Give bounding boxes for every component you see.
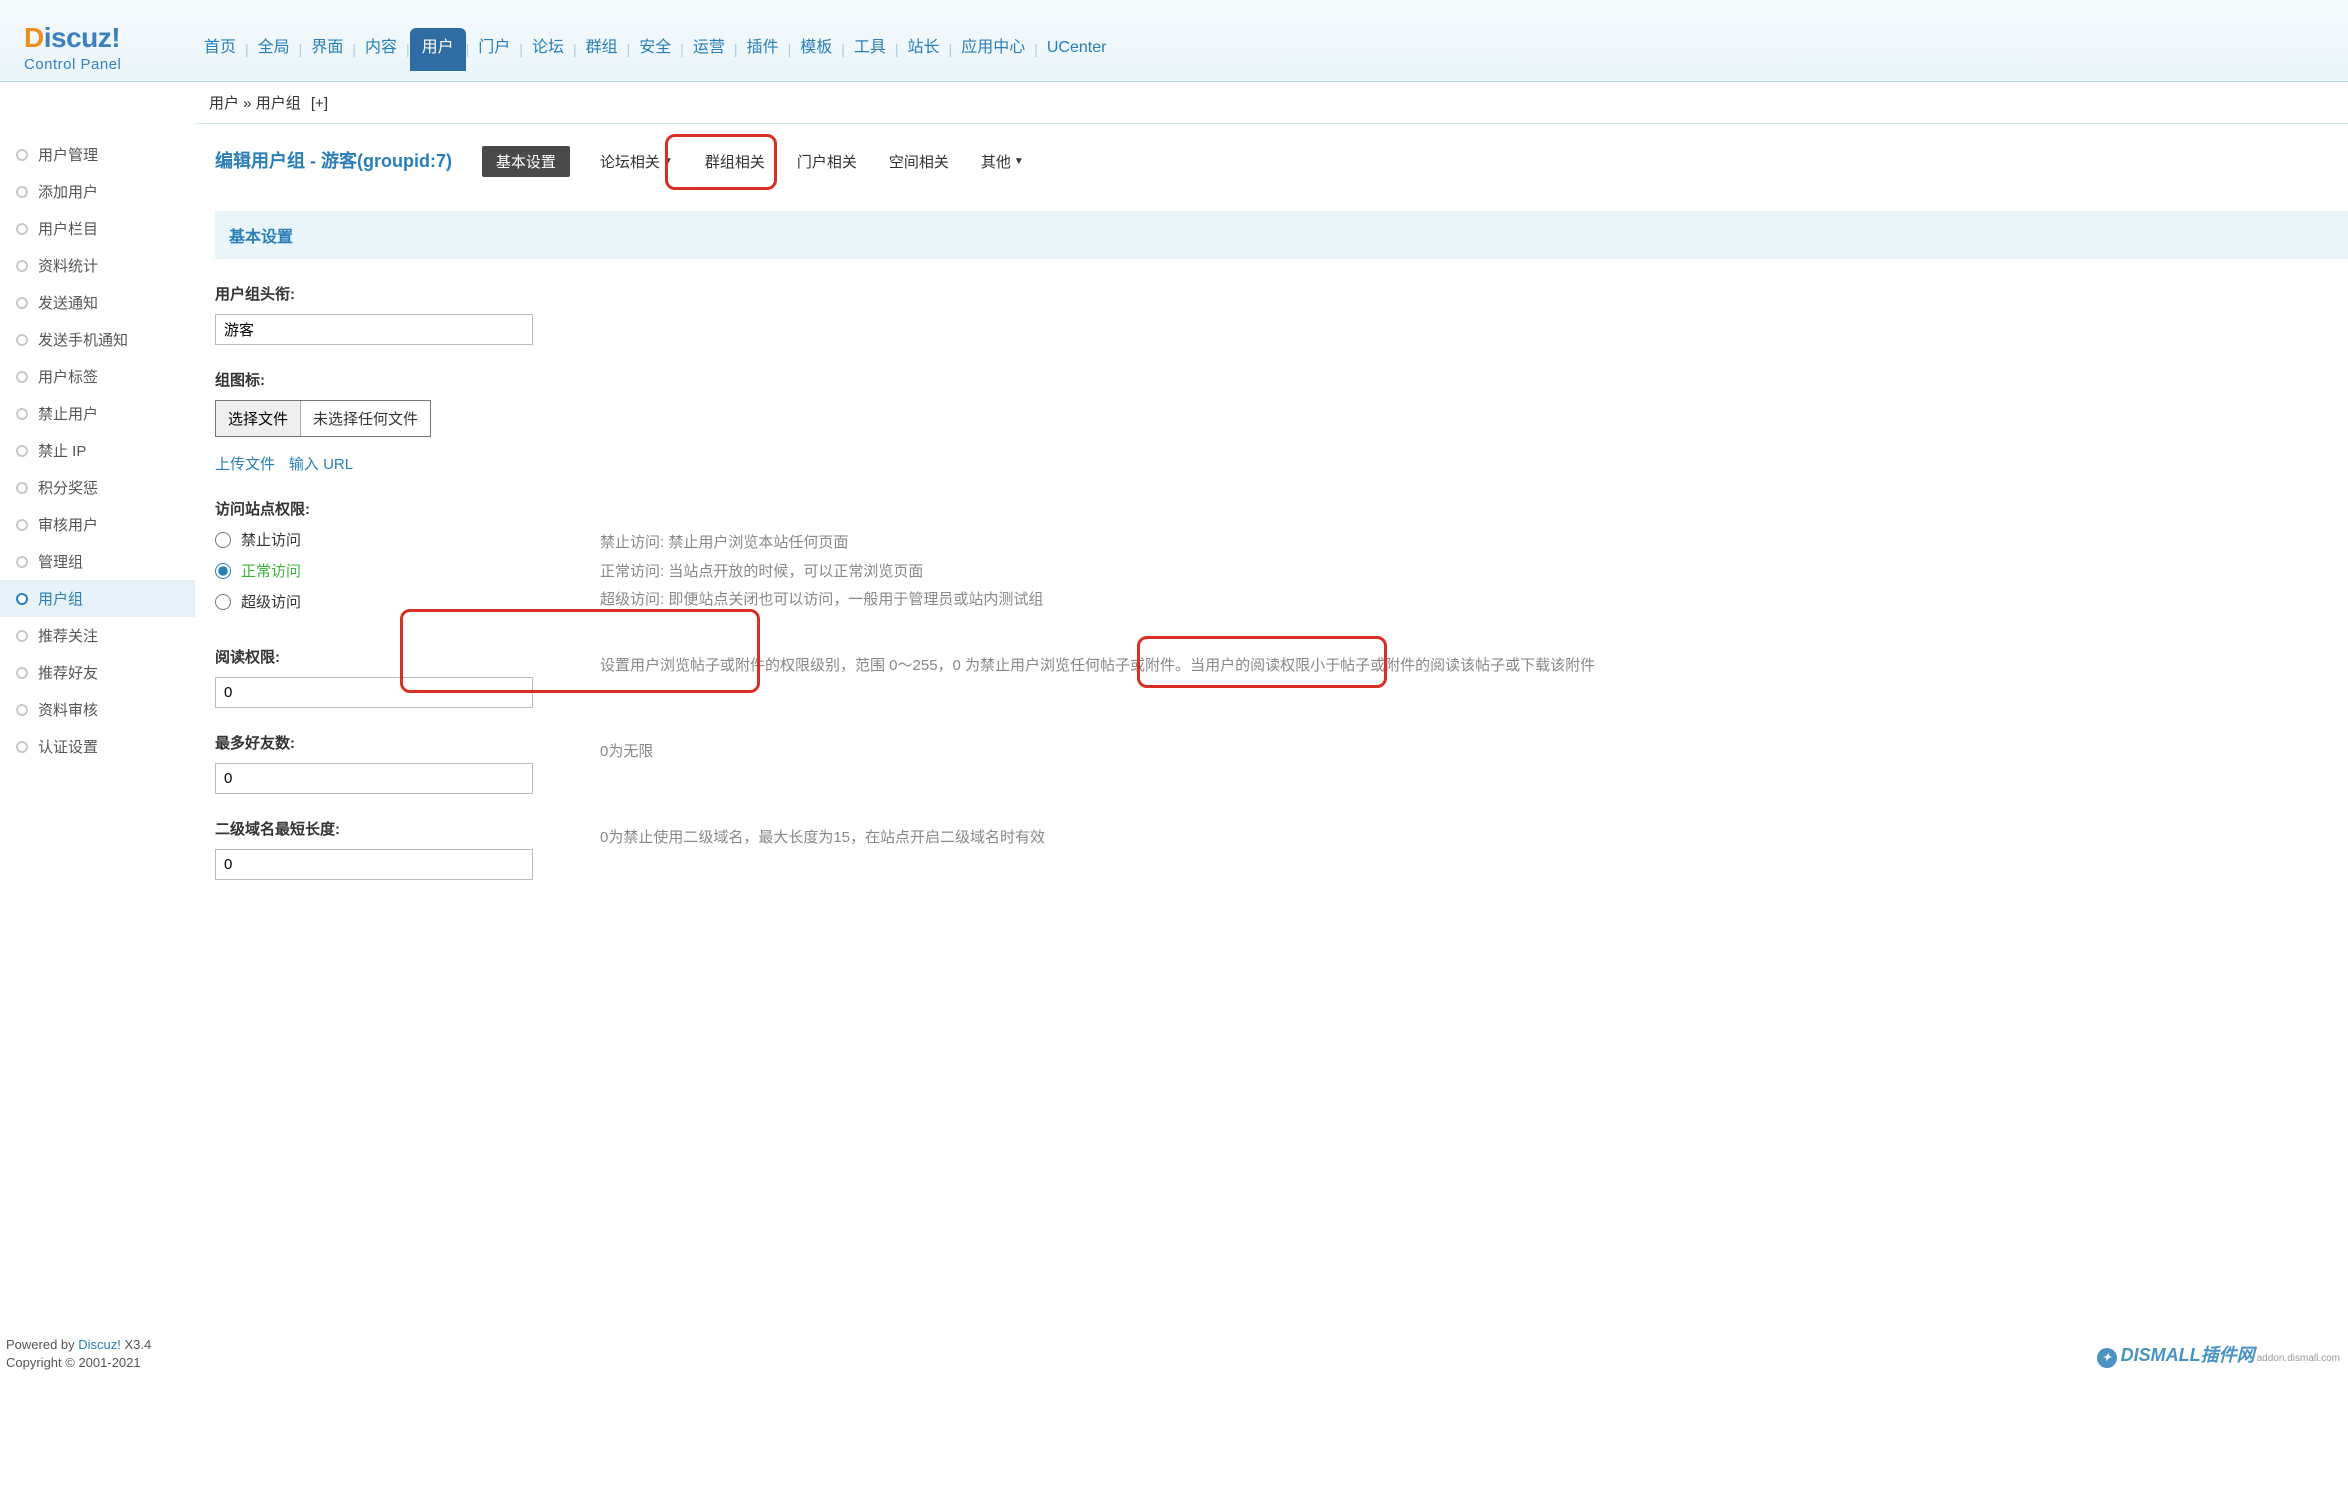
logo: Discuz! Control Panel	[0, 0, 195, 81]
sidebar-item-12[interactable]: 用户组	[0, 580, 195, 617]
sidebar-item-5[interactable]: 发送手机通知	[0, 321, 195, 358]
radio-deny[interactable]: 禁止访问	[215, 529, 600, 550]
friends-desc: 0为无限	[600, 732, 653, 765]
domain-desc: 0为禁止使用二级域名，最大长度为15，在站点开启二级域名时有效	[600, 818, 1045, 851]
sidebar-item-9[interactable]: 积分奖惩	[0, 469, 195, 506]
breadcrumb-user[interactable]: 用户	[209, 95, 239, 112]
highlight-annotation	[665, 134, 777, 190]
choose-file-button[interactable]: 选择文件	[216, 401, 301, 436]
domain-length-input[interactable]	[215, 849, 533, 880]
discuz-link[interactable]: Discuz!	[78, 1337, 121, 1352]
topnav-门户[interactable]: 门户	[469, 28, 519, 71]
topnav-群组[interactable]: 群组	[577, 28, 627, 71]
sidebar-item-3[interactable]: 资料统计	[0, 247, 195, 284]
topnav-UCenter[interactable]: UCenter	[1038, 28, 1116, 71]
topnav-模板[interactable]: 模板	[791, 28, 841, 71]
label-friends: 最多好友数:	[215, 732, 600, 753]
subtab-space[interactable]: 空间相关	[887, 147, 951, 176]
topnav-内容[interactable]: 内容	[356, 28, 406, 71]
topnav-工具[interactable]: 工具	[845, 28, 895, 71]
topnav-插件[interactable]: 插件	[738, 28, 788, 71]
topnav-界面[interactable]: 界面	[302, 28, 352, 71]
section-header: 基本设置	[215, 211, 2348, 259]
label-group-icon: 组图标:	[215, 369, 2348, 390]
label-access: 访问站点权限:	[215, 498, 2348, 519]
subtab-basic[interactable]: 基本设置	[482, 146, 570, 177]
topnav-首页[interactable]: 首页	[195, 28, 245, 71]
topnav-论坛[interactable]: 论坛	[523, 28, 573, 71]
watermark: ✦ DISMALL插件网 addon.dismall.com	[2097, 1341, 2340, 1368]
top-nav: 首页|全局|界面|内容|用户|门户|论坛|群组|安全|运营|插件|模板|工具|站…	[195, 0, 1115, 71]
upload-file-link[interactable]: 上传文件	[215, 456, 275, 473]
label-domain: 二级域名最短长度:	[215, 818, 600, 839]
label-group-title: 用户组头衔:	[215, 283, 2348, 304]
sidebar-item-0[interactable]: 用户管理	[0, 136, 195, 173]
sidebar-item-15[interactable]: 资料审核	[0, 691, 195, 728]
top-header: Discuz! Control Panel 首页|全局|界面|内容|用户|门户|…	[0, 0, 2348, 82]
file-status: 未选择任何文件	[301, 408, 430, 429]
sidebar-item-8[interactable]: 禁止 IP	[0, 432, 195, 469]
topnav-站长[interactable]: 站长	[899, 28, 949, 71]
chevron-down-icon: ▼	[1014, 156, 1024, 167]
breadcrumb-usergroup[interactable]: 用户组	[256, 95, 301, 112]
footer: Powered by Discuz! X3.4 Copyright © 2001…	[0, 1332, 157, 1376]
sidebar-item-2[interactable]: 用户栏目	[0, 210, 195, 247]
breadcrumb: 用户 » 用户组 [+]	[195, 82, 2348, 124]
subtab-portal[interactable]: 门户相关	[795, 147, 859, 176]
subtab-other[interactable]: 其他▼	[979, 147, 1026, 176]
radio-normal[interactable]: 正常访问	[215, 560, 600, 581]
main-content: 编辑用户组 - 游客(groupid:7) 基本设置 论坛相关▼ 群组相关 门户…	[195, 124, 2348, 1500]
topnav-用户[interactable]: 用户	[410, 28, 466, 71]
highlight-annotation	[1137, 636, 1387, 688]
topnav-全局[interactable]: 全局	[249, 28, 299, 71]
highlight-annotation	[400, 609, 760, 693]
subtab-forum[interactable]: 论坛相关▼	[598, 147, 675, 176]
topnav-运营[interactable]: 运营	[684, 28, 734, 71]
sidebar-item-6[interactable]: 用户标签	[0, 358, 195, 395]
group-title-input[interactable]	[215, 314, 533, 345]
sidebar-item-1[interactable]: 添加用户	[0, 173, 195, 210]
input-url-link[interactable]: 输入 URL	[289, 456, 353, 473]
page-title: 编辑用户组 - 游客(groupid:7)	[215, 147, 452, 173]
max-friends-input[interactable]	[215, 763, 533, 794]
topnav-应用中心[interactable]: 应用中心	[952, 28, 1034, 71]
sidebar-item-14[interactable]: 推荐好友	[0, 654, 195, 691]
sidebar-item-10[interactable]: 审核用户	[0, 506, 195, 543]
sidebar-item-4[interactable]: 发送通知	[0, 284, 195, 321]
sidebar: 用户管理添加用户用户栏目资料统计发送通知发送手机通知用户标签禁止用户禁止 IP积…	[0, 124, 195, 1500]
sidebar-item-7[interactable]: 禁止用户	[0, 395, 195, 432]
sidebar-item-16[interactable]: 认证设置	[0, 728, 195, 765]
sidebar-item-13[interactable]: 推荐关注	[0, 617, 195, 654]
access-notes: 禁止访问: 禁止用户浏览本站任何页面 正常访问: 当站点开放的时候，可以正常浏览…	[600, 529, 2348, 615]
sidebar-item-11[interactable]: 管理组	[0, 543, 195, 580]
watermark-icon: ✦	[2097, 1348, 2117, 1368]
topnav-安全[interactable]: 安全	[630, 28, 680, 71]
breadcrumb-add[interactable]: [+]	[311, 95, 328, 112]
file-picker: 选择文件 未选择任何文件	[215, 400, 431, 437]
